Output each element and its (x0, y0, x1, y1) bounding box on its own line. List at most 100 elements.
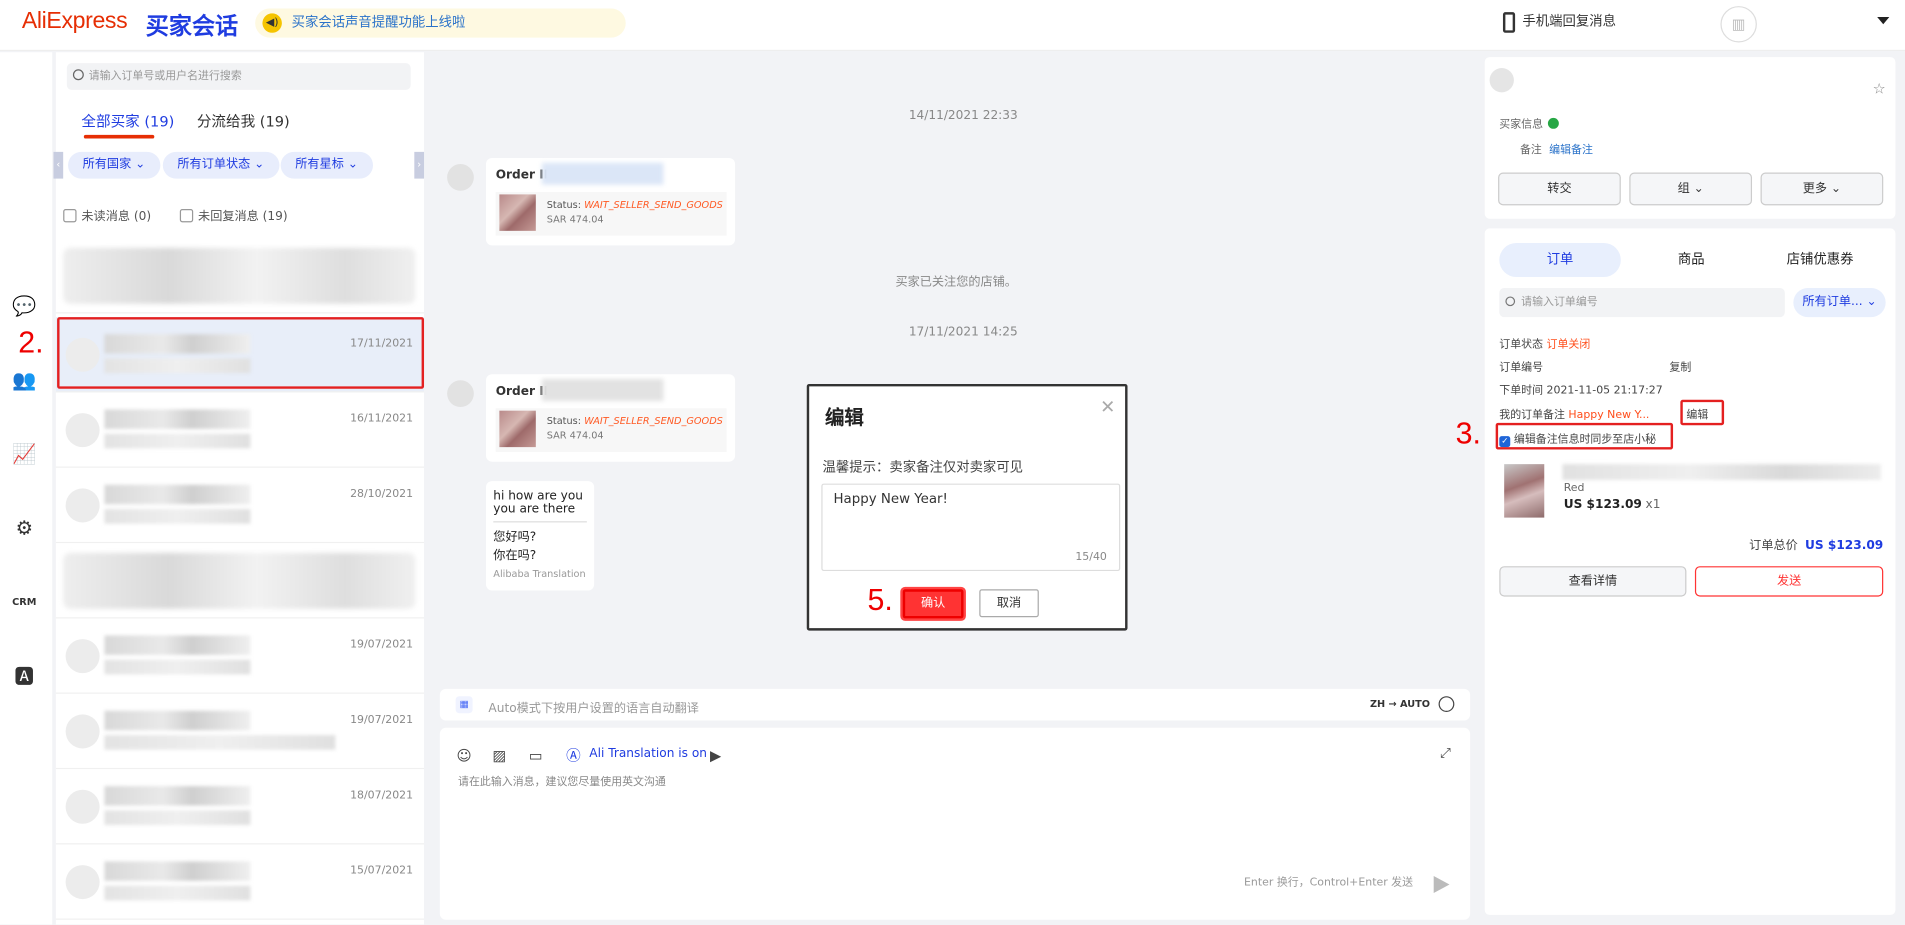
play-icon[interactable]: ▶ (707, 747, 724, 764)
aliexpress-logo[interactable]: AliExpress (22, 9, 128, 36)
annotation-step-2: 2. (18, 325, 44, 360)
blurred-preview (104, 433, 251, 449)
list-item[interactable]: 19/07/2021 (55, 694, 425, 770)
store-avatar[interactable]: ▥ (1720, 6, 1757, 43)
customers-icon[interactable]: 👥 (11, 367, 38, 394)
close-icon[interactable]: ✕ (1100, 396, 1115, 418)
list-item[interactable]: 16/11/2021 (55, 392, 425, 468)
tab-products[interactable]: 商品 (1631, 243, 1753, 277)
cancel-button[interactable]: 取消 (979, 589, 1039, 618)
send-icon[interactable] (1433, 876, 1450, 894)
speaker-icon: ◀) (262, 13, 282, 33)
translate-icon[interactable]: Ⓐ (565, 747, 582, 764)
left-nav: 💬 👥 📈 ⚙ CRM 🅰 (0, 52, 53, 925)
product-thumbnail (499, 194, 536, 231)
order-summary: Status: WAIT_SELLER_SEND_GOODS SAR 474.0… (495, 408, 727, 452)
list-item[interactable]: 15/07/2021 (55, 844, 425, 920)
scroll-left-icon[interactable]: ‹ (53, 151, 64, 179)
edit-note-dialog: 编辑 ✕ 温馨提示：卖家备注仅对卖家可见 15/40 确认 取消 (806, 383, 1128, 631)
send-order-button[interactable]: 发送 (1694, 566, 1884, 597)
expand-icon[interactable]: ⤢ (1440, 745, 1451, 762)
unread-checkbox[interactable] (63, 208, 77, 223)
timestamp: 17/11/2021 14:25 (908, 325, 1018, 339)
image-icon[interactable]: ▨ (491, 747, 508, 764)
star-icon[interactable]: ☆ (1873, 80, 1886, 97)
order-number-row: 订单编号 (1499, 358, 1543, 374)
message-input-placeholder[interactable]: 请在此输入消息，建议您尽量使用英文沟通 (458, 773, 666, 788)
mobile-reply-link[interactable]: 手机端回复消息 (1502, 11, 1616, 33)
more-button[interactable]: 更多 ⌄ (1760, 172, 1884, 206)
translation-source: Alibaba Translation (493, 568, 586, 580)
phone-icon (1502, 11, 1516, 33)
translate-settings-icon[interactable] (1438, 696, 1455, 712)
analytics-icon[interactable]: 📈 (11, 441, 38, 468)
buyer-avatar (1489, 68, 1514, 93)
filter-bar: ‹ 所有国家 ⌄ 所有订单状态 ⌄ 所有星标 ⌄ › (53, 151, 425, 179)
scroll-right-icon[interactable]: › (414, 151, 425, 179)
font-icon[interactable]: 🅰 (11, 663, 38, 690)
translate-mode-icon[interactable]: ▦ (455, 696, 473, 714)
blurred-conversation (63, 247, 416, 304)
tab-all-buyers[interactable]: 全部买家 (19) (81, 111, 174, 132)
buyer-info-label: 买家信息 (1499, 119, 1544, 132)
char-count: 15/40 (1075, 551, 1107, 564)
copy-link[interactable]: 复制 (1669, 358, 1691, 374)
list-item[interactable] (55, 543, 425, 619)
notice-banner[interactable]: ◀) 买家会话声音提醒功能上线啦 (255, 8, 626, 38)
crm-icon[interactable]: CRM (11, 589, 38, 616)
order-card[interactable]: Order ID: Status: WAIT_SELLER_SEND_GOODS… (486, 374, 736, 462)
unreplied-checkbox[interactable] (179, 208, 194, 223)
blurred-preview (104, 509, 251, 524)
search-icon (72, 69, 84, 81)
blurred-name (104, 786, 251, 806)
chat-icon[interactable]: 💬 (11, 293, 38, 320)
list-item[interactable]: 19/07/2021 (55, 618, 425, 694)
quick-reply-icon[interactable]: ▭ (527, 747, 544, 764)
conversation-date: 16/11/2021 (350, 413, 414, 426)
tab-assigned-to-me[interactable]: 分流给我 (19) (197, 111, 290, 132)
order-search-input[interactable]: 请输入订单编号 (1499, 287, 1785, 318)
message-bubble[interactable]: hi how are you you are there 您好吗? 你在吗? A… (486, 481, 595, 591)
language-pair[interactable]: ZH → AUTO (1370, 699, 1430, 710)
ali-translation-toggle[interactable]: Ali Translation is on (589, 747, 707, 760)
my-note-row: 我的订单备注 Happy New Y... (1499, 406, 1649, 421)
active-tab-indicator (83, 134, 155, 139)
order-number-label: 订单编号 (1499, 362, 1544, 375)
status-label: Status: (546, 415, 581, 427)
annotation-box-edit (1680, 399, 1725, 426)
edit-note-link[interactable]: 编辑备注 (1549, 145, 1593, 157)
tab-orders[interactable]: 订单 (1499, 243, 1621, 278)
view-details-button[interactable]: 查看详情 (1499, 566, 1687, 597)
unreplied-filter[interactable]: 未回复消息 (19) (179, 205, 288, 224)
order-panel: 订单 商品 店铺优惠券 请输入订单编号 所有订单... ⌄ 订单状态 订单关闭 … (1484, 228, 1896, 915)
message-translated-line2: 你在吗? (493, 549, 537, 563)
emoji-icon[interactable]: ☺ (456, 747, 473, 764)
group-button[interactable]: 组 ⌄ (1629, 172, 1753, 206)
message-composer[interactable]: ☺ ▨ ▭ Ⓐ Ali Translation is on ▶ ⤢ 请在此输入消… (439, 727, 1471, 920)
settings-icon[interactable]: ⚙ (11, 515, 38, 542)
blurred-preview (104, 659, 251, 675)
divider (493, 521, 587, 523)
order-summary: Status: WAIT_SELLER_SEND_GOODS SAR 474.0… (495, 191, 727, 236)
blurred-preview (104, 735, 336, 750)
transfer-button[interactable]: 转交 (1498, 172, 1621, 206)
dialog-title: 编辑 (824, 405, 864, 429)
account-dropdown-icon[interactable] (1877, 17, 1890, 25)
app-title: 买家会话 (145, 13, 239, 41)
filter-order-status[interactable]: 所有订单状态 ⌄ (162, 151, 279, 179)
product-price-value: US $123.09 (1563, 498, 1642, 512)
unread-filter[interactable]: 未读消息 (0) (63, 205, 151, 224)
product-thumbnail (499, 410, 536, 448)
blurred-preview (104, 810, 251, 825)
list-item[interactable]: 28/10/2021 (55, 468, 425, 544)
filter-country[interactable]: 所有国家 ⌄ (68, 151, 160, 179)
product-image[interactable] (1504, 464, 1545, 518)
list-item[interactable]: 18/07/2021 (55, 769, 425, 845)
filter-star[interactable]: 所有星标 ⌄ (280, 151, 373, 179)
tab-coupons[interactable]: 店铺优惠券 (1759, 243, 1881, 277)
order-filter-dropdown[interactable]: 所有订单... ⌄ (1793, 287, 1886, 318)
order-card[interactable]: Order ID: Status: WAIT_SELLER_SEND_GOODS… (486, 157, 736, 246)
list-item[interactable] (55, 238, 425, 314)
confirm-button[interactable]: 确认 (902, 589, 964, 619)
conversation-search-input[interactable]: 请输入订单号或用户名进行搜索 (66, 63, 411, 90)
